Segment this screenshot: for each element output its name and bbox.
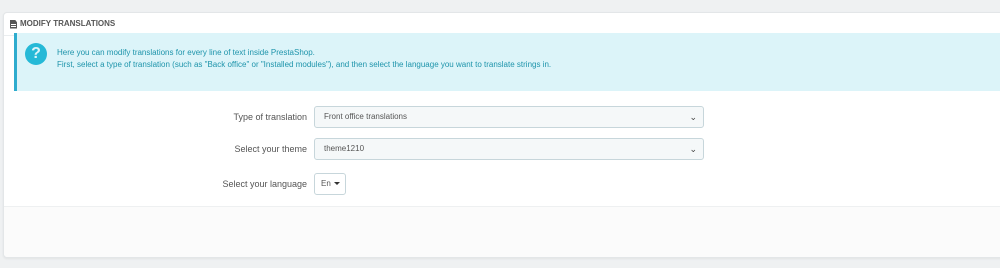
- theme-select[interactable]: theme1210 ⌄: [314, 138, 704, 160]
- alert-line-1: Here you can modify translations for eve…: [57, 48, 315, 57]
- language-row: Select your language En: [0, 173, 1000, 195]
- translation-type-row: Type of translation Front office transla…: [0, 106, 1000, 128]
- info-alert: ? Here you can modify translations for e…: [14, 33, 1000, 91]
- translation-type-value: Front office translations: [324, 112, 408, 121]
- language-value: En: [321, 179, 331, 188]
- language-label: Select your language: [222, 179, 307, 189]
- translation-type-label: Type of translation: [233, 112, 307, 122]
- theme-row: Select your theme theme1210 ⌄: [0, 138, 1000, 160]
- chevron-down-icon: ⌄: [689, 112, 697, 122]
- chevron-down-icon: ⌄: [689, 144, 697, 154]
- translation-type-select[interactable]: Front office translations ⌄: [314, 106, 704, 128]
- panel-title: MODIFY TRANSLATIONS: [20, 19, 116, 28]
- theme-label: Select your theme: [234, 144, 307, 154]
- document-icon: [10, 19, 17, 29]
- alert-line-2: First, select a type of translation (suc…: [57, 60, 552, 69]
- question-icon: ?: [25, 43, 47, 65]
- alert-text: Here you can modify translations for eve…: [57, 47, 551, 71]
- theme-value: theme1210: [324, 144, 365, 153]
- caret-down-icon: [333, 182, 340, 186]
- panel-footer: [4, 206, 1000, 257]
- language-dropdown-button[interactable]: En: [314, 173, 346, 195]
